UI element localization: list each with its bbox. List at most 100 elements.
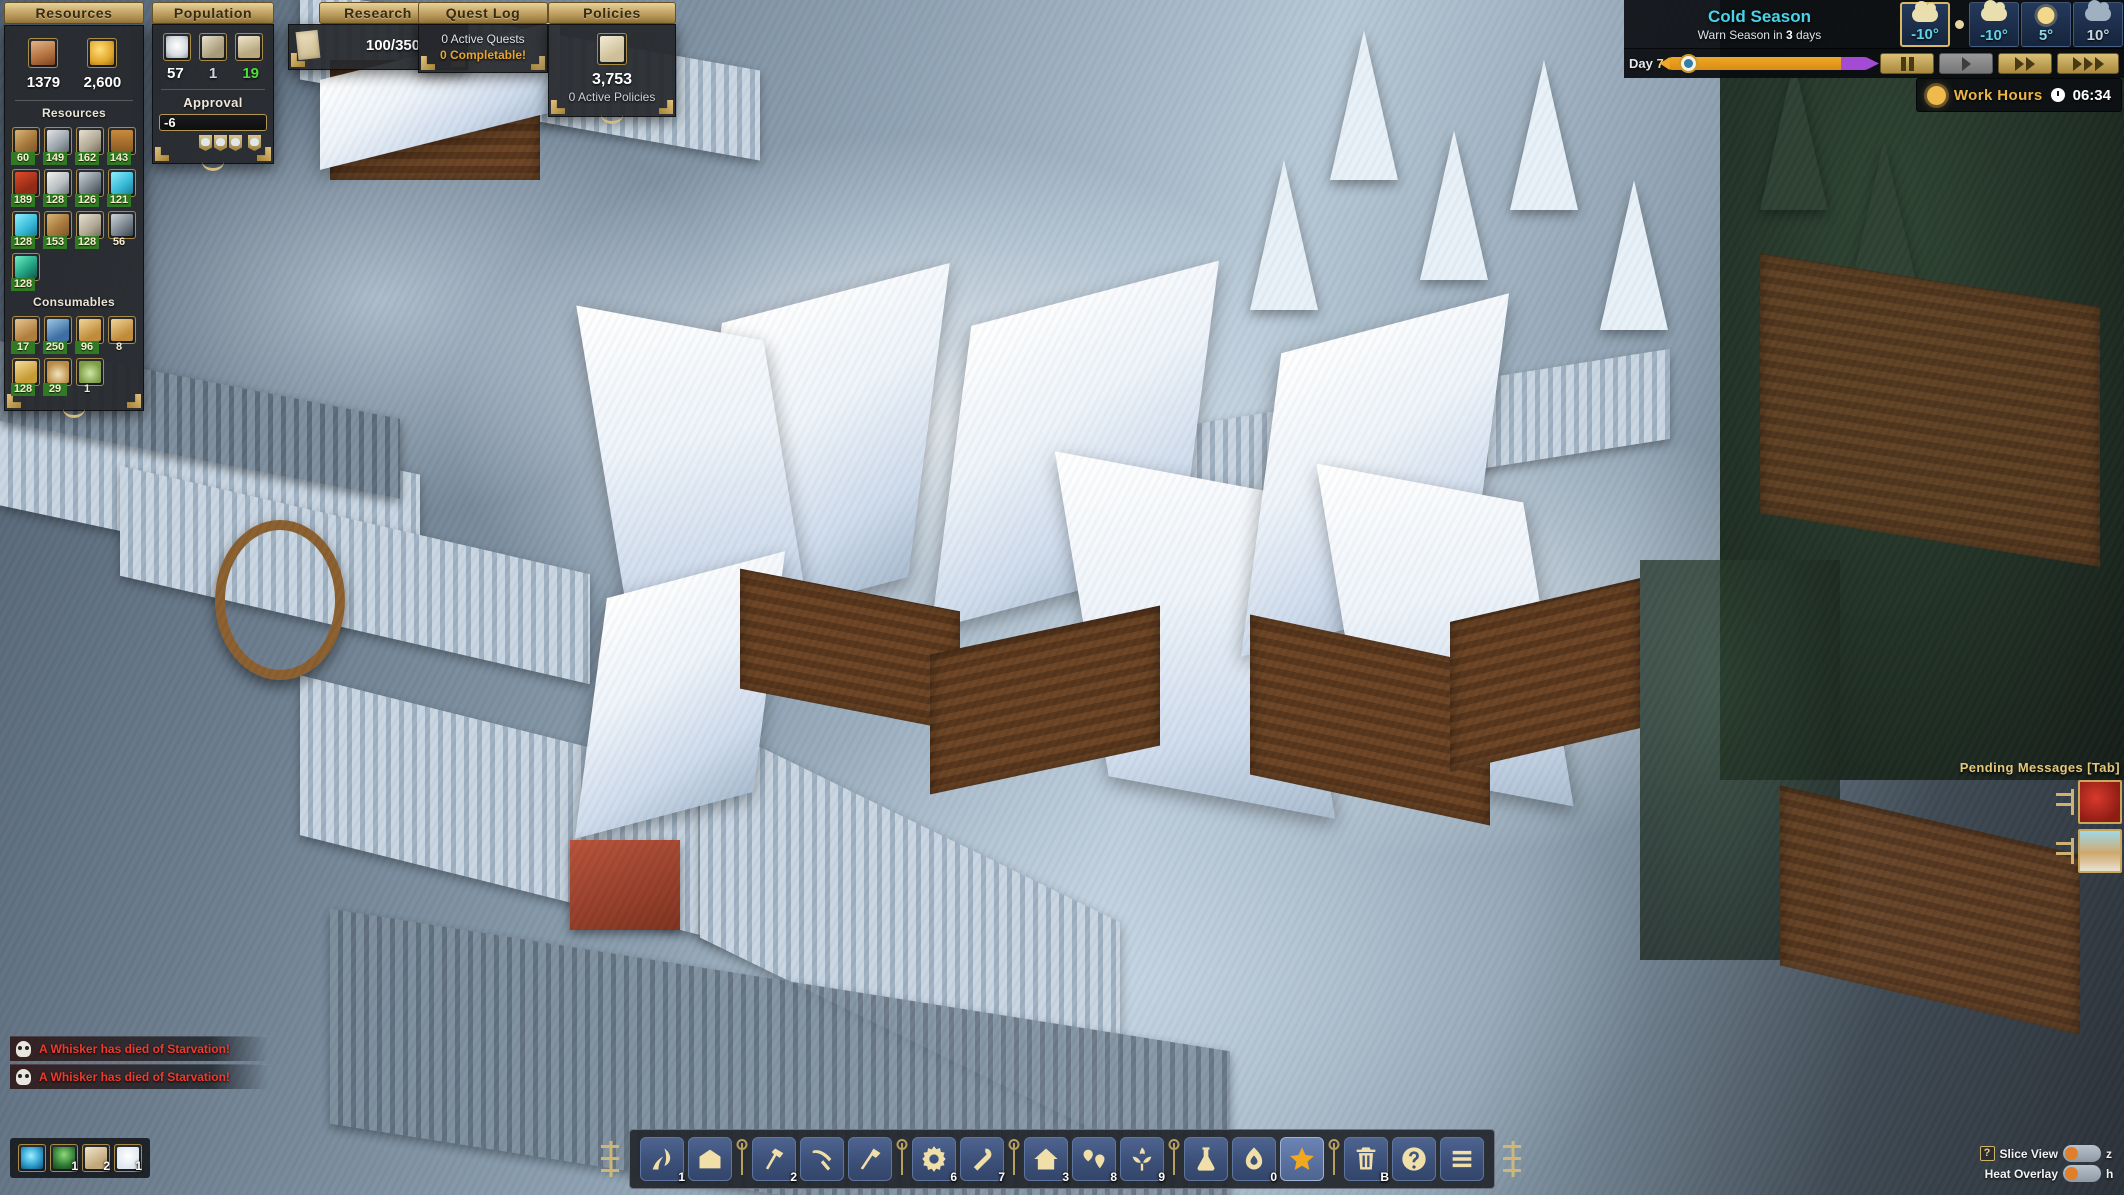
decoration-button[interactable] xyxy=(1280,1137,1324,1181)
farming-button[interactable]: 9 xyxy=(1120,1137,1165,1184)
resource-item[interactable]: 162 xyxy=(75,127,104,165)
industry-button[interactable]: 6 xyxy=(912,1137,957,1184)
panel-collapse-handle[interactable] xyxy=(198,161,228,172)
consumable-item[interactable]: 29 xyxy=(43,358,72,396)
notification-item[interactable]: A Whisker has died of Starvation! xyxy=(10,1064,268,1089)
soup-icon[interactable]: 29 xyxy=(43,358,72,396)
barrel-icon[interactable]: 143 xyxy=(107,127,136,165)
consumable-item[interactable]: 96 xyxy=(75,316,104,354)
message-thumb-cub[interactable] xyxy=(2078,829,2122,873)
fastest-forward-button[interactable] xyxy=(2057,53,2119,74)
plank-icon[interactable]: 189 xyxy=(11,169,40,207)
slice-view-toggle-row[interactable]: ? Slice View z xyxy=(1979,1145,2116,1162)
panel-collapse-handle[interactable] xyxy=(59,408,89,419)
rubble-icon[interactable]: 128 xyxy=(75,211,104,249)
fast-forward-button[interactable] xyxy=(1998,53,2052,74)
pending-message-item[interactable] xyxy=(1937,829,2122,873)
resources-panel-title[interactable]: Resources xyxy=(4,2,144,24)
resource-item[interactable]: 189 xyxy=(11,169,40,207)
herbs-icon[interactable]: 1 xyxy=(76,358,104,395)
house-icon[interactable] xyxy=(235,33,263,61)
heat-overlay-toggle-row[interactable]: Heat Overlay h xyxy=(1980,1165,2116,1182)
delete-button[interactable]: B xyxy=(1344,1137,1389,1184)
resource-item[interactable]: 121 xyxy=(107,169,136,207)
storage-button[interactable] xyxy=(688,1137,732,1181)
resource-item[interactable]: 128 xyxy=(75,211,104,249)
resource-item[interactable]: 143 xyxy=(107,127,136,165)
resource-item[interactable]: 56 xyxy=(108,211,136,248)
weather-today[interactable]: -10° xyxy=(1900,0,1950,47)
quest-log-panel-title[interactable]: Quest Log xyxy=(418,2,548,24)
pending-message-item[interactable] xyxy=(1937,780,2122,824)
help-button[interactable] xyxy=(1392,1137,1436,1181)
ore-icon[interactable]: 126 xyxy=(75,169,104,207)
health-button[interactable]: 8 xyxy=(1072,1137,1117,1184)
policies-panel-title[interactable]: Policies xyxy=(548,2,676,24)
game-world-viewport[interactable] xyxy=(0,0,2124,1195)
heat-overlay-toggle[interactable] xyxy=(2063,1165,2101,1182)
feather-icon[interactable]: 128 xyxy=(11,253,40,291)
log-icon[interactable]: 60 xyxy=(11,127,40,165)
population-panel[interactable]: Population 57 1 19 Approval -6 xyxy=(152,2,274,164)
timber-icon[interactable]: 153 xyxy=(43,211,72,249)
weather-forecast-1[interactable]: -10° xyxy=(1969,0,2019,47)
consumable-item[interactable]: 1 xyxy=(76,358,104,395)
slice-view-toggle[interactable] xyxy=(2063,1145,2101,1162)
snow-icon[interactable]: 1 xyxy=(114,1144,142,1173)
policies-panel[interactable]: Policies 3,753 0 Active Policies xyxy=(548,2,676,117)
hammer-icon[interactable] xyxy=(199,33,227,61)
quest-log-panel[interactable]: Quest Log 0 Active Quests 0 Completable! xyxy=(418,2,548,73)
housing-button[interactable]: 3 xyxy=(1024,1137,1069,1184)
mushroom-icon[interactable]: 17 xyxy=(11,316,40,354)
resource-item[interactable]: 128 xyxy=(11,211,40,249)
loaf-icon[interactable]: 8 xyxy=(108,316,136,353)
resource-item[interactable]: 153 xyxy=(43,211,72,249)
weather-forecast-3[interactable]: 10° xyxy=(2073,0,2123,47)
work-hours-indicator[interactable]: Work Hours 06:34 xyxy=(1915,78,2122,112)
message-thumb-eagle[interactable] xyxy=(2078,780,2122,824)
question-icon[interactable]: ? xyxy=(1979,1146,1995,1161)
resource-item[interactable]: 60 xyxy=(11,127,40,165)
tree-icon[interactable]: 1 xyxy=(50,1144,78,1173)
bone-icon[interactable]: 128 xyxy=(43,169,72,207)
mouse-head-icon[interactable] xyxy=(163,33,191,61)
ingot-icon[interactable]: 128 xyxy=(11,211,40,249)
gold-resource[interactable]: 2,600 xyxy=(84,38,121,91)
population-panel-title[interactable]: Population xyxy=(152,2,274,24)
pelt-icon[interactable]: 2 xyxy=(82,1144,110,1173)
fish-icon[interactable]: 250 xyxy=(43,316,72,354)
resource-item[interactable]: 128 xyxy=(43,169,72,207)
approval-bar[interactable]: -6 xyxy=(159,114,267,131)
grain-icon[interactable]: 128 xyxy=(11,358,40,396)
scroll-icon[interactable] xyxy=(597,33,627,65)
menu-button[interactable] xyxy=(1440,1137,1484,1181)
science-button[interactable] xyxy=(1184,1137,1228,1181)
consumable-item[interactable]: 250 xyxy=(43,316,72,354)
mining-button[interactable] xyxy=(800,1137,844,1181)
heat-button[interactable]: 0 xyxy=(1232,1137,1277,1184)
play-button[interactable] xyxy=(1939,53,1993,74)
mana-icon[interactable] xyxy=(18,1144,46,1172)
resources-panel[interactable]: Resources 1379 2,600 Resources 60 149 16… xyxy=(4,2,144,411)
meat-resource[interactable]: 1379 xyxy=(27,38,60,91)
weather-forecast-2[interactable]: 5° xyxy=(2021,1,2071,47)
consumable-item[interactable]: 128 xyxy=(11,358,40,396)
fur-icon[interactable]: 149 xyxy=(43,127,72,165)
resource-item[interactable]: 128 xyxy=(11,253,40,291)
resource-item[interactable]: 126 xyxy=(75,169,104,207)
food-button[interactable]: 7 xyxy=(960,1137,1005,1184)
pause-button[interactable] xyxy=(1880,53,1934,74)
crystal-icon[interactable]: 121 xyxy=(107,169,136,207)
consumable-item[interactable]: 8 xyxy=(108,316,136,353)
stone-icon[interactable]: 162 xyxy=(75,127,104,165)
panel-collapse-handle[interactable] xyxy=(597,114,627,125)
tools-button[interactable] xyxy=(848,1137,892,1181)
woodcutter-button[interactable]: 2 xyxy=(752,1137,797,1184)
resource-item[interactable]: 149 xyxy=(43,127,72,165)
day-progress-track[interactable] xyxy=(1659,54,1879,73)
terrain-button[interactable]: 1 xyxy=(640,1137,685,1184)
iron-icon[interactable]: 56 xyxy=(108,211,136,248)
bread-icon[interactable]: 96 xyxy=(75,316,104,354)
notification-item[interactable]: A Whisker has died of Starvation! xyxy=(10,1036,268,1061)
consumable-item[interactable]: 17 xyxy=(11,316,40,354)
